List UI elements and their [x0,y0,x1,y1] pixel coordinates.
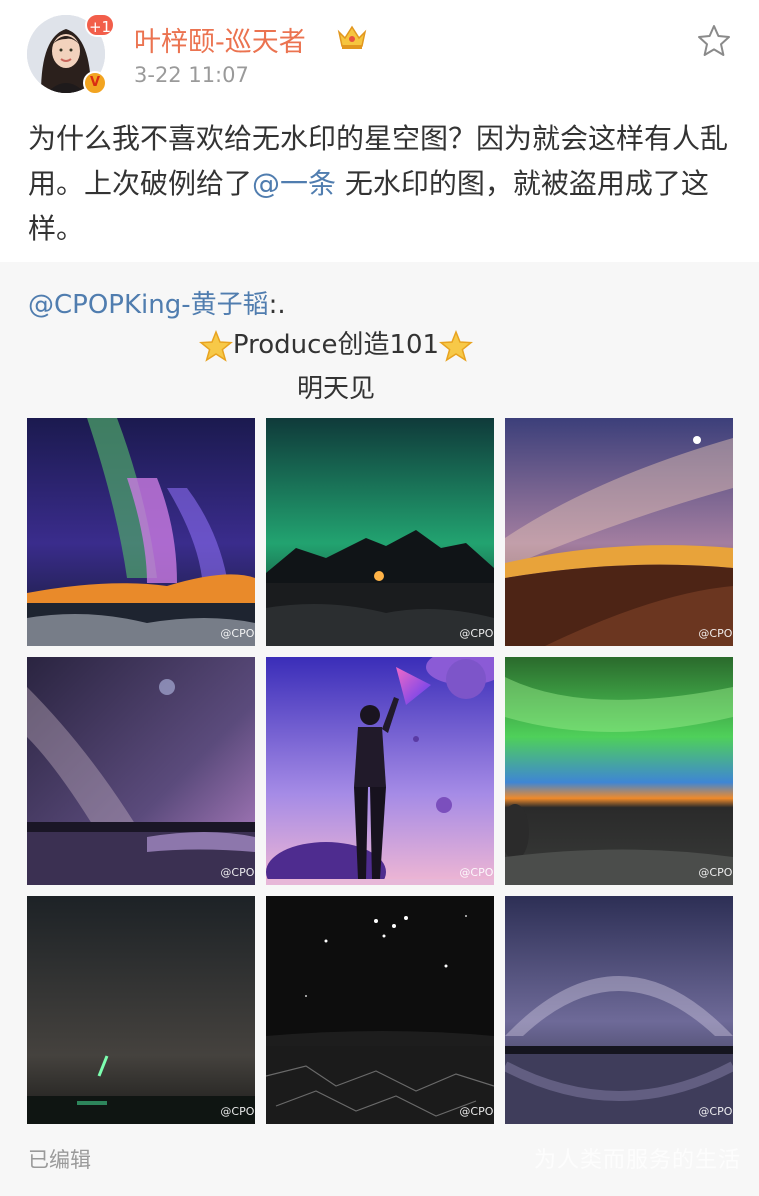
person-planets-illustration[interactable]: @CPOP [266,657,494,885]
constellation-salt-flat-photo[interactable]: @CPOP [266,896,494,1124]
aurora-photo[interactable]: @CPOP [27,418,255,646]
repost-author-link[interactable]: @CPOPKing-黄子韬 [28,290,269,320]
image-grid: @CPOP @CPOP [27,418,733,1124]
mention-link[interactable]: @一条 [252,167,336,200]
green-aurora-horizon-photo[interactable]: @CPOP [505,657,733,885]
repost-text-line3: 明天见 [296,374,375,404]
meteor-photo[interactable]: @CPOP [27,896,255,1124]
crown-icon [337,25,367,49]
repost-author-suffix: :. [268,290,286,320]
image-watermark: @CPOP [220,1105,255,1118]
edited-label: 已编辑 [28,1148,91,1172]
repost-card[interactable]: @CPOPKing-黄子韬:. Produce创造101 明天见 @CPO @C… [0,262,759,1196]
image-watermark: @CPOP [220,866,255,879]
post-body: 为什么我不喜欢给无水印的星空图？因为就会这样有人乱用。上次破例给了@一条 无水印… [28,116,733,251]
image-watermark: @CPOP [459,866,494,879]
post-header: +1 V 叶梓颐-巡天者 3-22 11:07 [0,0,759,110]
image-watermark: @CPOP [698,1105,733,1118]
milky-way-arch-photo[interactable]: @CPOP [505,896,733,1124]
milky-way-desert-photo[interactable]: @CPOP [505,418,733,646]
repost-text-line2: Produce创造101 [0,324,672,362]
repost-author-line: @CPOPKing-黄子韬:. [28,284,286,321]
milky-way-reflection-photo[interactable]: @CPOP [27,657,255,885]
verified-icon: V [83,71,107,95]
image-watermark: @CPOP [220,627,255,640]
favorite-star-icon[interactable] [695,22,733,60]
image-watermark: @CPOP [459,1105,494,1118]
image-watermark: @CPOP [459,627,494,640]
green-aurora-mountain-photo[interactable]: @CPOP [266,418,494,646]
star-emoji-icon [439,329,474,362]
star-emoji-icon [198,329,233,362]
notification-badge: +1 [85,13,115,37]
corner-watermark: 为人类而服务的生活 [533,1148,741,1173]
post-timestamp: 3-22 11:07 [134,63,249,87]
image-watermark: @CPOP [698,866,733,879]
repost-line2-text: Produce创造101 [232,330,440,360]
avatar[interactable]: +1 V [27,13,115,95]
image-watermark: @CPOP [698,627,733,640]
username-link[interactable]: 叶梓颐-巡天者 [134,20,306,59]
